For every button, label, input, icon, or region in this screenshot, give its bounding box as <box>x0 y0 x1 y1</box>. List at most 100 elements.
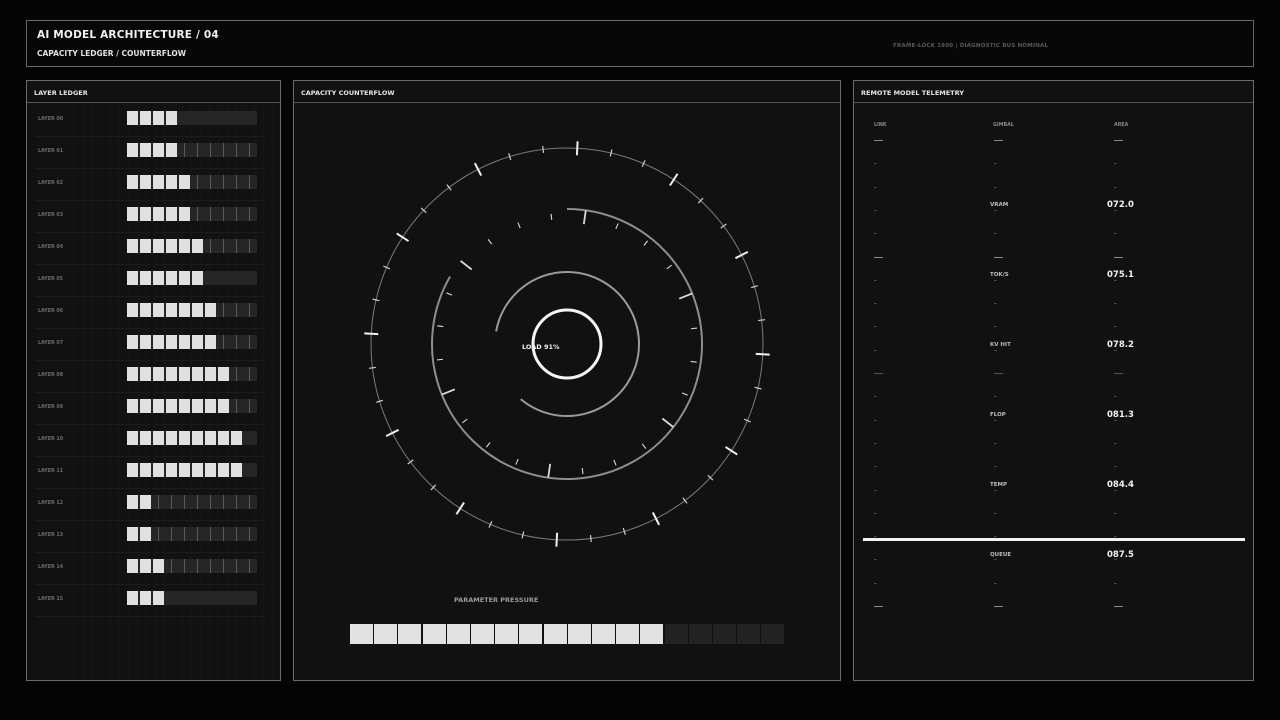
telemetry-marker <box>994 140 1003 141</box>
telemetry-dot <box>994 279 997 281</box>
telemetry-dot <box>994 303 997 305</box>
capacity-segment <box>127 271 138 285</box>
capacity-segment <box>153 431 164 445</box>
pressure-cell <box>737 624 761 644</box>
capacity-segment <box>140 111 151 125</box>
outer-ring-tick <box>757 319 766 322</box>
outer-ring-tick <box>521 531 525 539</box>
layer-label: LAYER 04 <box>38 245 64 250</box>
telemetry-dot <box>1114 233 1117 235</box>
metric-label: QUEUE <box>990 552 1012 558</box>
layer-capacity-bar <box>127 495 257 509</box>
pressure-cell <box>592 624 615 644</box>
capacity-segment <box>179 399 190 413</box>
capacity-segment <box>192 335 203 349</box>
capacity-segment <box>192 431 203 445</box>
telemetry-dot <box>1114 186 1117 188</box>
telemetry-dot <box>994 233 997 235</box>
capacity-tick <box>171 527 172 541</box>
capacity-segment <box>205 431 216 445</box>
outer-ring-tick <box>651 511 661 526</box>
telemetry-dot <box>874 209 877 211</box>
capacity-segment <box>192 367 203 381</box>
layer-label: LAYER 15 <box>38 597 64 602</box>
capacity-tick <box>223 175 224 189</box>
capacity-segment <box>166 335 177 349</box>
telemetry-marker <box>994 606 1003 607</box>
pressure-cell <box>471 624 494 644</box>
telemetry-dot <box>1114 209 1117 211</box>
capacity-tick <box>184 527 185 541</box>
outer-ring-tick <box>609 149 613 157</box>
telemetry-dot <box>874 326 877 328</box>
capacity-tick <box>197 495 198 509</box>
telemetry-dot <box>994 209 997 211</box>
telemetry-marker <box>994 373 1003 374</box>
telemetry-dot <box>1114 582 1117 584</box>
outer-ring-tick <box>372 298 380 302</box>
middle-ring-tick <box>661 417 674 428</box>
middle-ring-tick <box>581 468 584 475</box>
telemetry-dot <box>994 396 997 398</box>
capacity-segment <box>166 143 177 157</box>
metric-value: 084.4 <box>1107 480 1134 490</box>
pressure-cell <box>616 624 640 644</box>
page-title: AI MODEL ARCHITECTURE / 04 <box>37 29 219 41</box>
layer-capacity-bar <box>127 367 257 381</box>
telemetry-marker <box>1114 140 1123 141</box>
capacity-segment <box>205 399 216 413</box>
capacity-tick <box>223 143 224 157</box>
telemetry-dot <box>874 303 877 305</box>
metric-value: 081.3 <box>1107 410 1134 420</box>
pressure-cell <box>495 624 519 644</box>
layer-capacity-bar <box>127 271 257 285</box>
capacity-tick <box>158 527 159 541</box>
layer-capacity-bar <box>127 527 257 541</box>
capacity-segment <box>153 271 164 285</box>
pressure-cell <box>446 624 470 644</box>
layer-capacity-bar <box>127 303 257 317</box>
capacity-segment <box>127 303 138 317</box>
layer-capacity-bar <box>127 431 257 445</box>
capacity-segment <box>140 431 151 445</box>
middle-ring-tick <box>485 442 491 448</box>
telemetry-marker <box>874 606 883 607</box>
capacity-tick <box>223 303 224 317</box>
capacity-segment <box>205 335 216 349</box>
layer-label: LAYER 12 <box>38 501 64 506</box>
pressure-cell <box>543 624 567 644</box>
capacity-tick <box>236 527 237 541</box>
capacity-segment <box>166 431 177 445</box>
layer-row: LAYER 09 <box>36 392 265 425</box>
layer-label: LAYER 01 <box>38 149 64 154</box>
capacity-segment <box>127 559 138 573</box>
telemetry-dot <box>994 466 997 468</box>
telemetry-marker <box>874 256 883 258</box>
layer-row: LAYER 12 <box>36 488 265 521</box>
capacity-segment <box>127 239 138 253</box>
layer-label: LAYER 08 <box>38 373 64 378</box>
layer-label: LAYER 14 <box>38 565 64 570</box>
capacity-segment <box>179 207 190 221</box>
capacity-segment <box>179 271 190 285</box>
capacity-tick <box>236 495 237 509</box>
capacity-tick <box>210 143 211 157</box>
outer-ring-tick <box>682 497 688 504</box>
capacity-segment <box>166 207 177 221</box>
capacity-segment <box>205 463 216 477</box>
middle-ring-tick <box>678 292 693 300</box>
capacity-tick <box>197 559 198 573</box>
metric-value: 078.2 <box>1107 340 1134 350</box>
capacity-segment <box>127 463 138 477</box>
capacity-tick <box>249 335 250 349</box>
outer-ring-tick <box>385 428 400 438</box>
telemetry-dot <box>1114 512 1117 514</box>
capacity-segment <box>153 207 164 221</box>
telemetry-dot <box>874 559 877 561</box>
pressure-cell <box>688 624 712 644</box>
middle-ring-tick <box>643 240 649 246</box>
capacity-tick <box>223 559 224 573</box>
telemetry-marker <box>1114 256 1123 258</box>
outer-ring-tick <box>589 534 592 543</box>
capacity-segment <box>140 303 151 317</box>
